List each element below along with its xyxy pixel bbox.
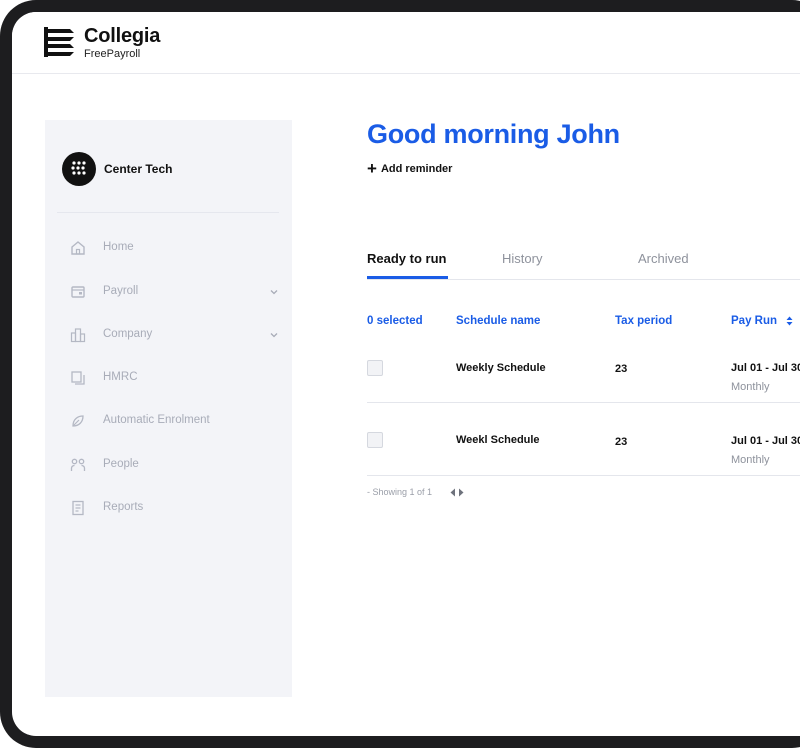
- tab-ready-to-run[interactable]: Ready to run: [367, 251, 446, 266]
- pay-run-cell: Jul 01 - Jul 30:: [731, 435, 800, 447]
- pay-run-cell: Jul 01 - Jul 30: 0: [731, 362, 800, 374]
- row-checkbox[interactable]: [367, 360, 383, 376]
- sidebar-item-hmrc[interactable]: HMRC: [45, 363, 292, 393]
- device-frame: Collegia FreePayroll Center Tech Home Pa…: [0, 0, 800, 748]
- brand-name: Collegia: [84, 25, 161, 47]
- sidebar-item-home[interactable]: Home: [45, 233, 292, 263]
- chevron-down-icon[interactable]: [269, 287, 279, 297]
- top-bar: Collegia FreePayroll: [12, 12, 800, 74]
- next-page-icon[interactable]: [458, 488, 464, 497]
- sidebar-item-company[interactable]: Company: [45, 320, 292, 350]
- page-title: Good morning John: [367, 119, 620, 149]
- row-divider: [367, 475, 800, 476]
- schedule-name-header: Schedule name: [456, 315, 541, 327]
- org-avatar[interactable]: [62, 152, 96, 186]
- dots-grid-icon: [71, 161, 86, 175]
- frequency-cell: Monthly: [731, 454, 770, 466]
- sidebar-item-label: Reports: [103, 501, 144, 513]
- people-icon: [70, 458, 86, 471]
- tax-period-cell: 23: [615, 363, 628, 375]
- home-icon: [71, 241, 85, 255]
- row-divider: [367, 402, 800, 403]
- sidebar: Center Tech Home Payroll Company HMRC Au…: [45, 120, 292, 697]
- sidebar-divider: [57, 212, 279, 213]
- add-reminder-button[interactable]: + Add reminder: [367, 159, 453, 178]
- schedule-name-cell: Weekly Schedule: [456, 362, 546, 374]
- leaf-icon: [72, 415, 84, 427]
- sidebar-item-reports[interactable]: Reports: [45, 493, 292, 523]
- wallet-icon: [71, 286, 85, 298]
- brand-product: FreePayroll: [84, 48, 141, 60]
- sidebar-item-automatic-enrolment[interactable]: Automatic Enrolment: [45, 406, 292, 436]
- sidebar-item-label: Company: [103, 328, 153, 340]
- buildings-icon: [70, 328, 86, 343]
- documents-icon: [71, 371, 85, 385]
- org-name: Center Tech: [104, 162, 173, 176]
- row-checkbox[interactable]: [367, 432, 383, 448]
- sidebar-item-label: People: [103, 458, 139, 470]
- active-tab-indicator: [367, 276, 448, 279]
- sidebar-item-label: Automatic Enrolment: [103, 414, 210, 426]
- selected-count-header[interactable]: 0 selected: [367, 315, 423, 327]
- pay-run-header[interactable]: Pay Run: [731, 315, 793, 327]
- collegia-logo-icon: [44, 27, 74, 57]
- tab-archived[interactable]: Archived: [638, 251, 689, 266]
- schedule-name-cell: Weekl Schedule: [456, 434, 540, 446]
- sidebar-item-payroll[interactable]: Payroll: [45, 277, 292, 307]
- chevron-down-icon[interactable]: [269, 330, 279, 340]
- pager-controls: [450, 488, 464, 497]
- tax-period-header: Tax period: [615, 315, 673, 327]
- add-reminder-label: Add reminder: [380, 163, 453, 175]
- sort-icon[interactable]: [786, 316, 793, 326]
- sidebar-item-label: Payroll: [103, 285, 139, 297]
- sidebar-item-label: Home: [103, 241, 134, 253]
- tax-period-cell: 23: [615, 436, 628, 448]
- tab-history[interactable]: History: [502, 251, 542, 266]
- tab-bar: Ready to run History Archived: [367, 248, 800, 280]
- report-icon: [72, 500, 84, 516]
- sidebar-item-people[interactable]: People: [45, 450, 292, 480]
- pager-status: - Showing 1 of 1: [367, 487, 433, 497]
- prev-page-icon[interactable]: [450, 488, 456, 497]
- sidebar-item-label: HMRC: [103, 371, 138, 383]
- plus-icon: +: [367, 159, 377, 178]
- app-screen: Collegia FreePayroll Center Tech Home Pa…: [12, 12, 800, 736]
- pay-run-header-label: Pay Run: [731, 315, 778, 327]
- frequency-cell: Monthly: [731, 381, 770, 393]
